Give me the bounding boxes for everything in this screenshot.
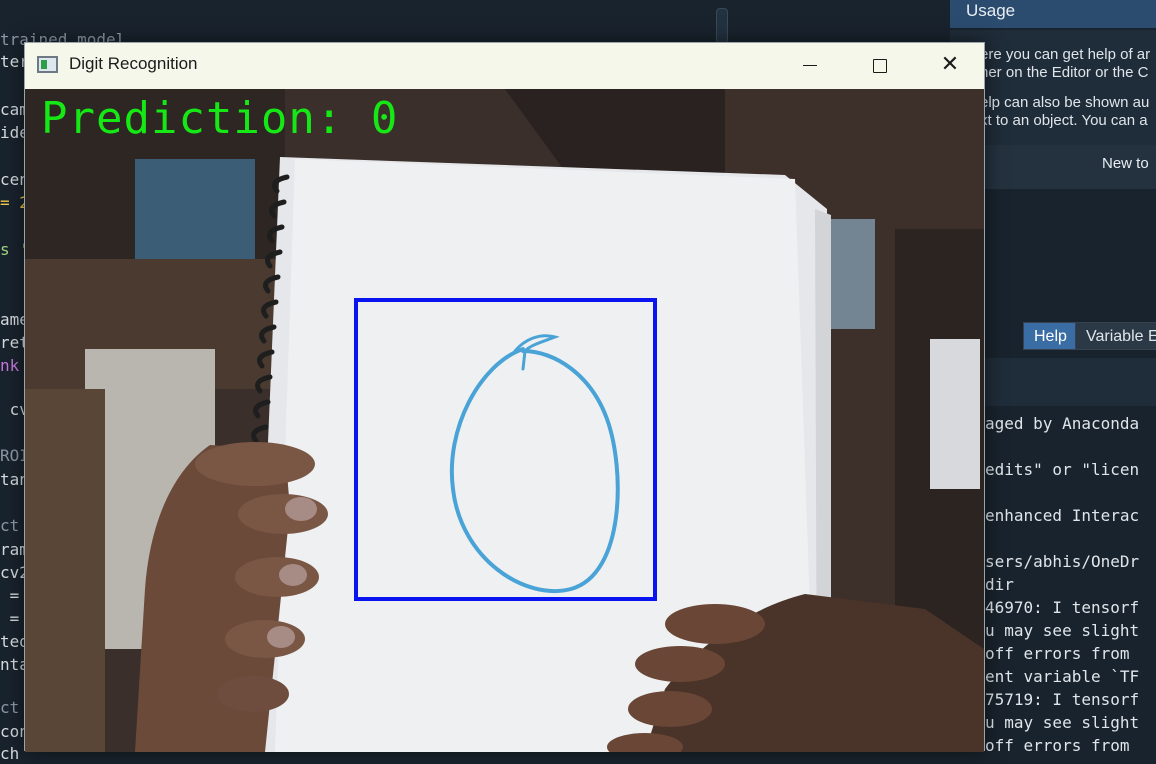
close-button[interactable]: ✕ [915, 43, 985, 87]
console-line: u may see slight [985, 621, 1140, 640]
code-line: ct [0, 516, 20, 535]
code-line: ct [0, 698, 20, 717]
console-line: ent variable `TF [985, 667, 1140, 686]
console-line: sers/abhis/OneDr [985, 552, 1140, 571]
code-line: nk [0, 356, 20, 375]
code-line: ch [0, 744, 20, 763]
window-title: Digit Recognition [69, 54, 198, 73]
console-line: u may see slight [985, 713, 1140, 732]
console-line: off errors from [985, 644, 1130, 663]
region-of-interest-box [354, 298, 657, 601]
ipython-console[interactable]: aged by Anaconda edits" or "licen enhanced… [985, 414, 1156, 751]
minimize-button[interactable] [775, 43, 845, 87]
code-line: = [0, 586, 20, 605]
help-line-1: ere you can get help of ar [980, 46, 1151, 63]
console-line: 46970: I tensorf [985, 598, 1140, 617]
digit-recognition-window: Digit Recognition ✕ Prediction: 0 [24, 42, 985, 752]
maximize-button[interactable] [845, 43, 915, 87]
tab-variable-explorer[interactable]: Variable E [1075, 322, 1156, 350]
window-titlebar[interactable]: Digit Recognition ✕ [25, 43, 984, 89]
app-window-icon [37, 56, 58, 73]
usage-title: Usage [950, 0, 1156, 28]
tab-help[interactable]: Help [1023, 322, 1078, 350]
console-line: edits" or "licen [985, 460, 1140, 479]
console-line: aged by Anaconda [985, 414, 1140, 433]
editor-scrollbar[interactable] [716, 8, 728, 44]
maximize-icon [873, 58, 887, 73]
code-line: = [0, 609, 20, 628]
help-line-4: xt to an object. You can a [980, 112, 1148, 129]
console-line: off errors from [985, 736, 1130, 751]
console-line: 75719: I tensorf [985, 690, 1140, 709]
help-line-3: elp can also be shown au [980, 94, 1150, 111]
help-line-2: ner on the Editor or the C [980, 64, 1149, 81]
minimize-icon [803, 64, 817, 67]
camera-feed: Prediction: 0 [25, 89, 984, 752]
console-line: enhanced Interac [985, 506, 1140, 525]
prediction-label: Prediction: 0 [41, 93, 399, 144]
console-line: dir [985, 575, 1014, 594]
